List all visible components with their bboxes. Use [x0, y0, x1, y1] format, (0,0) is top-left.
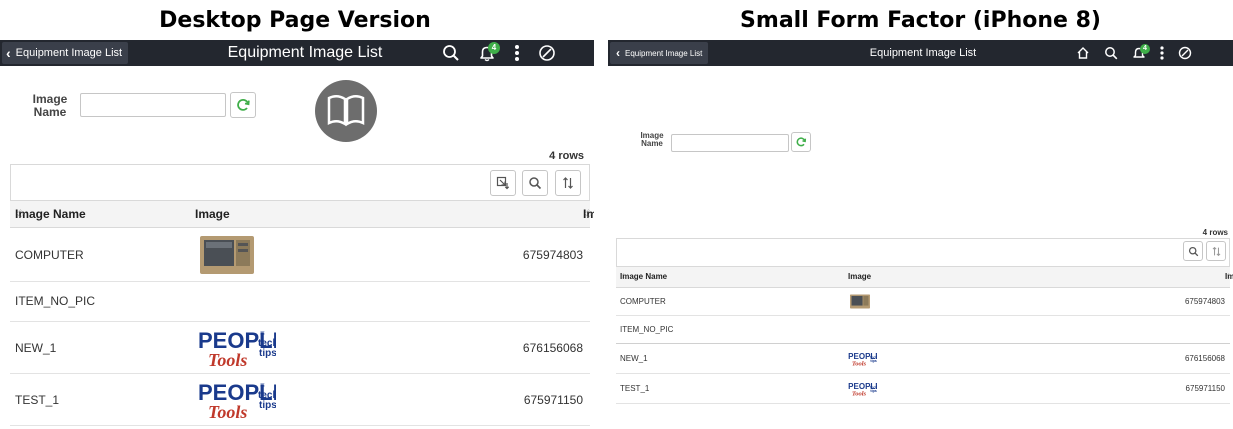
desktop-page-panel: ‹ Equipment Image List Equipment Image L…: [0, 40, 594, 429]
mobile-banner: ‹ Equipment Image List Equipment Image L…: [608, 40, 1233, 66]
table-row[interactable]: TEST_1 PEOPLE≡techtipsTools 675971150: [10, 374, 590, 426]
back-button[interactable]: ‹ Equipment Image List: [610, 42, 709, 64]
image-name-cell: COMPUTER: [620, 297, 666, 306]
image-name-cell: TEST_1: [620, 384, 650, 393]
home-icon[interactable]: [1076, 46, 1090, 60]
chevron-left-icon: ‹: [616, 46, 620, 60]
back-button[interactable]: ‹ Equipment Image List: [2, 42, 129, 64]
table-row[interactable]: ITEM_NO_PIC: [616, 316, 1230, 344]
table-row[interactable]: COMPUTER 675974803: [10, 228, 590, 282]
svg-text:Tools: Tools: [208, 402, 247, 422]
peopletools-tech-tips-logo: PEOPLEtechtipsTools: [847, 381, 881, 402]
notification-count-badge: 4: [1140, 44, 1150, 54]
search-icon[interactable]: [442, 44, 460, 62]
computer-photo: [849, 293, 871, 315]
image-name-cell: TEST_1: [15, 393, 60, 407]
svg-text:tips: tips: [870, 359, 876, 363]
table-row[interactable]: NEW_1 PEOPLE≡techtipsTools 676156068: [10, 322, 590, 374]
refresh-button[interactable]: [791, 132, 811, 152]
svg-text:Tools: Tools: [852, 391, 867, 397]
sort-arrows-icon: [1212, 246, 1220, 256]
table-row[interactable]: NEW_1 PEOPLEtechtipsTools 676156068: [616, 344, 1230, 374]
grid-header-row: Image Name ♢ Image Image Version ♢: [616, 266, 1233, 288]
refresh-icon: [796, 137, 807, 147]
sort-indicator-icon: ♢: [15, 207, 26, 221]
notification-icon[interactable]: 4: [1132, 44, 1150, 60]
actions-menu-icon[interactable]: [1160, 46, 1164, 60]
svg-text:Tools: Tools: [852, 361, 867, 367]
search-icon: [529, 177, 542, 190]
table-row[interactable]: TEST_1 PEOPLEtechtipsTools 675971150: [616, 374, 1230, 404]
back-button-label: Equipment Image List: [625, 48, 703, 58]
download-button[interactable]: [490, 170, 516, 196]
image-name-cell: ITEM_NO_PIC: [620, 325, 674, 334]
svg-text:tips: tips: [259, 348, 276, 359]
page-title: Equipment Image List: [869, 47, 977, 59]
image-name-input[interactable]: [671, 134, 789, 152]
sort-arrows-icon: [563, 177, 573, 189]
refresh-icon: [237, 99, 250, 111]
sort-indicator-icon: ♢: [583, 207, 594, 221]
computer-photo: [198, 232, 256, 283]
column-header-image: Image: [195, 207, 230, 221]
notification-icon[interactable]: 4: [478, 42, 500, 62]
back-button-label: Equipment Image List: [15, 47, 123, 59]
image-name-label: Image Name: [32, 92, 68, 119]
mobile-version-caption: Small Form Factor (iPhone 8): [740, 8, 1101, 33]
peopletools-tech-tips-logo: PEOPLE≡techtipsTools: [196, 378, 287, 427]
navbar-icon[interactable]: [538, 44, 556, 62]
navbar-icon[interactable]: [1178, 46, 1192, 60]
grid-toolbar: [616, 238, 1230, 268]
table-row[interactable]: ITEM_NO_PIC: [10, 282, 590, 322]
image-version-cell: 675971150: [1185, 384, 1225, 393]
svg-text:≡: ≡: [260, 381, 265, 390]
table-row[interactable]: COMPUTER 675974803: [616, 288, 1230, 316]
image-name-cell: COMPUTER: [15, 248, 84, 262]
actions-menu-icon[interactable]: [514, 44, 520, 62]
svg-text:≡: ≡: [260, 329, 265, 338]
svg-text:tips: tips: [870, 389, 876, 393]
refresh-button[interactable]: [230, 92, 256, 118]
svg-text:tips: tips: [259, 400, 276, 411]
sort-indicator-icon: ♢: [620, 272, 628, 281]
row-count: 4 rows: [1202, 228, 1228, 237]
peopletools-tech-tips-logo: PEOPLEtechtipsTools: [847, 351, 881, 372]
column-header-image: Image: [848, 272, 872, 281]
search-icon[interactable]: [1104, 46, 1118, 60]
peopletools-tech-tips-logo: PEOPLE≡techtipsTools: [196, 326, 287, 375]
notification-count-badge: 4: [488, 42, 500, 54]
svg-text:Tools: Tools: [208, 350, 247, 370]
image-name-cell: NEW_1: [620, 354, 648, 363]
search-icon: [1188, 246, 1198, 256]
row-count: 4 rows: [549, 150, 584, 162]
chevron-left-icon: ‹: [6, 45, 11, 61]
download-icon: [496, 176, 510, 190]
book-icon: [315, 80, 377, 142]
image-name-label: Image Name: [640, 131, 664, 149]
image-name-input[interactable]: [80, 93, 226, 117]
sort-button[interactable]: [555, 170, 581, 196]
mobile-page-panel: ‹ Equipment Image List Equipment Image L…: [608, 40, 1233, 429]
desktop-version-caption: Desktop Page Version: [159, 8, 431, 33]
image-version-cell: 675971150: [523, 393, 583, 407]
grid-header-row: Image Name ♢ Image Image Version ♢: [10, 200, 594, 228]
find-button[interactable]: [1183, 241, 1203, 261]
sort-indicator-icon: ♢: [1225, 272, 1233, 281]
image-version-cell: 675974803: [522, 248, 583, 262]
page-title: Equipment Image List: [227, 44, 383, 61]
image-name-cell: ITEM_NO_PIC: [15, 294, 96, 308]
image-version-cell: 675974803: [1184, 297, 1225, 306]
image-version-cell: 676156068: [522, 341, 583, 355]
find-button[interactable]: [522, 170, 548, 196]
desktop-banner: ‹ Equipment Image List Equipment Image L…: [0, 40, 594, 66]
sort-button[interactable]: [1206, 241, 1226, 261]
image-name-cell: NEW_1: [15, 341, 57, 355]
image-version-cell: 676156068: [1184, 354, 1225, 363]
